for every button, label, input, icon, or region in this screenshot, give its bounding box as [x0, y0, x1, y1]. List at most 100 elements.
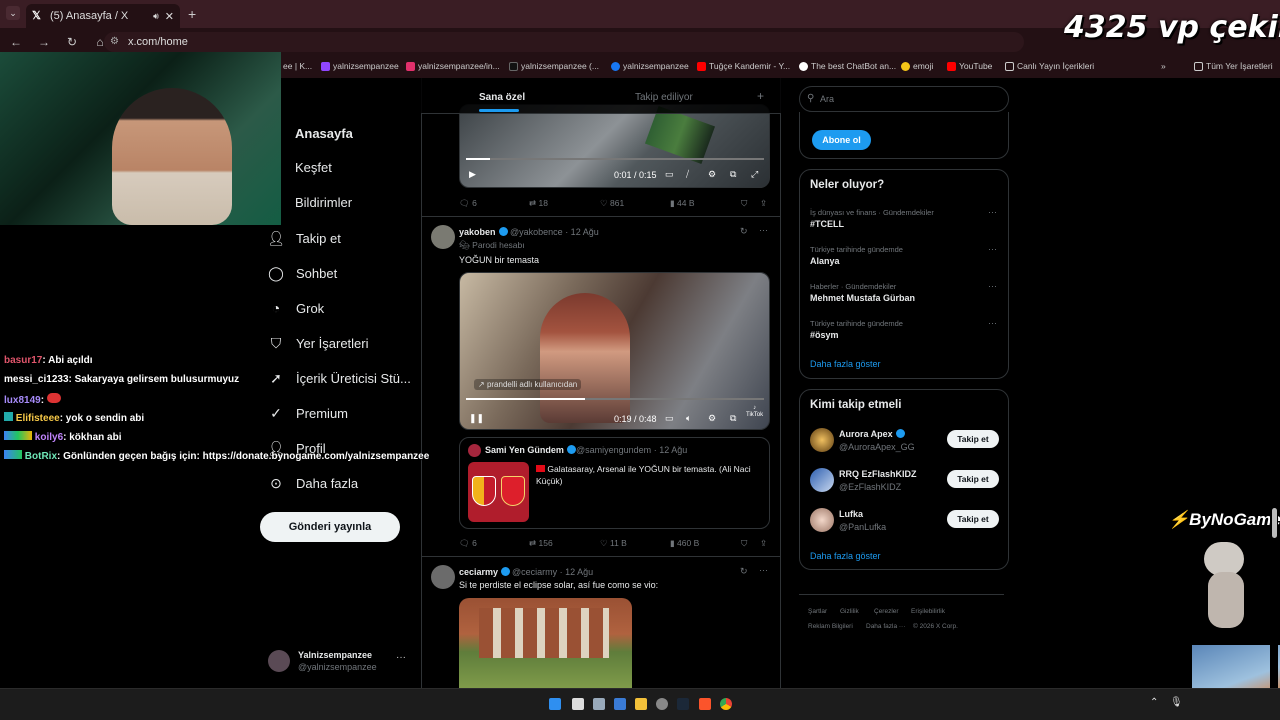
post-video[interactable]: ▶ 0:01 / 0:15 ▭ ⧸ ⚙ ⧉ ⤢: [459, 104, 770, 188]
all-bookmarks-folder[interactable]: Tüm Yer İşaretleri: [1194, 61, 1273, 71]
forward-icon[interactable]: →: [36, 35, 52, 49]
post-video[interactable]: ↗ prandelli adlı kullanıcıdan ❚❚ 0:19 / …: [459, 272, 770, 430]
play-icon[interactable]: ▶: [469, 169, 476, 180]
pip-icon[interactable]: ⧉: [730, 413, 736, 424]
follow-name[interactable]: Lufka: [839, 509, 863, 519]
avatar[interactable]: [810, 468, 834, 492]
repost-button[interactable]: ⇄ 18: [529, 198, 548, 209]
bookmark-item[interactable]: yalnizsempanzee: [321, 61, 399, 71]
subscribe-button[interactable]: Abone ol: [812, 130, 871, 150]
bookmark-item[interactable]: Tuğçe Kandemir - Y...: [697, 61, 790, 71]
captions-icon[interactable]: ▭: [665, 169, 674, 180]
footer-link[interactable]: Daha fazla ···: [866, 623, 905, 630]
bookmark-item[interactable]: yalnizsempanzee (...: [509, 61, 599, 71]
more-icon[interactable]: ···: [988, 318, 997, 328]
settings-icon[interactable]: ⚙: [708, 169, 716, 180]
footer-link[interactable]: Gizlilik: [840, 608, 859, 615]
tab-list-chevron-icon[interactable]: ⌄: [6, 6, 20, 20]
search-icon[interactable]: [572, 698, 584, 710]
bookmark-item[interactable]: YouTube: [947, 61, 992, 71]
task-view-icon[interactable]: [593, 698, 605, 710]
bookmark-item[interactable]: yalnizsempanzee/in...: [406, 61, 500, 71]
site-info-icon[interactable]: ⚙: [110, 32, 119, 52]
trends-show-more[interactable]: Daha fazla göster: [810, 359, 881, 369]
add-tab-icon[interactable]: +: [757, 89, 764, 103]
video-progress-track[interactable]: [466, 398, 764, 400]
tab-for-you[interactable]: Sana özel: [479, 92, 525, 103]
bookmark-icon[interactable]: ⛉: [741, 198, 747, 209]
chrome-icon[interactable]: [720, 698, 732, 710]
widgets-icon[interactable]: [614, 698, 626, 710]
quoted-post[interactable]: Sami Yen Gündem @samiyengundem · 12 Ağu …: [459, 437, 770, 529]
fullscreen-icon[interactable]: ⤢: [751, 169, 758, 180]
settings-icon[interactable]: ⚙: [708, 413, 716, 424]
back-icon[interactable]: ←: [8, 35, 24, 49]
nav-home[interactable]: Anasayfa: [268, 125, 353, 141]
bookmark-item[interactable]: emoji: [901, 61, 933, 71]
pause-icon[interactable]: ❚❚: [469, 413, 484, 424]
who-show-more[interactable]: Daha fazla göster: [810, 551, 881, 561]
follow-name[interactable]: Aurora Apex: [839, 429, 905, 439]
nav-notifications[interactable]: Bildirimler: [295, 195, 352, 210]
post-author[interactable]: yakoben: [459, 227, 508, 237]
more-icon[interactable]: ···: [988, 244, 997, 254]
speaker-icon[interactable]: 🔊︎: [153, 11, 159, 22]
tab-close-icon[interactable]: ✕: [165, 10, 174, 23]
reload-icon[interactable]: ↻: [64, 35, 80, 49]
steam-icon[interactable]: [677, 698, 689, 710]
share-icon[interactable]: ⇪: [760, 198, 767, 209]
trend-name[interactable]: #TCELL: [810, 219, 844, 229]
nav-follow[interactable]: 👤︎ Takip et: [267, 230, 341, 246]
bookmarks-overflow-icon[interactable]: »: [1161, 61, 1166, 71]
account-switcher[interactable]: Yalnizsempanzee @yalnizsempanzee ···: [268, 648, 418, 676]
microphone-icon[interactable]: 🎙︎: [1170, 697, 1183, 708]
trend-name[interactable]: Mehmet Mustafa Gürban: [810, 293, 915, 303]
follow-button[interactable]: Takip et: [947, 470, 999, 488]
address-bar[interactable]: ⚙ x.com/home: [104, 32, 1024, 52]
avatar[interactable]: [810, 428, 834, 452]
share-icon[interactable]: ⇪: [760, 538, 767, 549]
follow-button[interactable]: Takip et: [947, 430, 999, 448]
views-button[interactable]: ▮ 44 B: [670, 198, 695, 209]
captions-icon[interactable]: ▭: [665, 413, 674, 424]
grok-icon[interactable]: ↻: [740, 566, 748, 577]
tab-following[interactable]: Takip ediliyor: [635, 92, 693, 103]
pip-icon[interactable]: ⧉: [730, 169, 736, 180]
reply-button[interactable]: 🗨︎ 6: [459, 198, 477, 209]
browser-tab[interactable]: 𝕏 (5) Anasayfa / X 🔊︎ ✕: [26, 4, 180, 28]
grok-icon[interactable]: ↻: [740, 226, 748, 237]
bookmark-folder[interactable]: Canlı Yayın İçerikleri: [1005, 61, 1094, 71]
footer-link[interactable]: Erişilebilirlik: [911, 608, 945, 615]
nav-premium[interactable]: ✓ Premium: [268, 405, 348, 421]
bookmark-item[interactable]: yalnizsempanzee: [611, 61, 689, 71]
video-progress-track[interactable]: [466, 158, 764, 160]
nav-chat[interactable]: ◯ Sohbet: [268, 265, 337, 281]
scrollbar-thumb[interactable]: [1272, 508, 1277, 538]
footer-link[interactable]: Reklam Bilgileri: [808, 623, 853, 630]
brave-icon[interactable]: [699, 698, 711, 710]
obs-icon[interactable]: [656, 698, 668, 710]
nav-more[interactable]: ⊙ Daha fazla: [268, 475, 358, 491]
reply-button[interactable]: 🗨︎ 6: [459, 538, 477, 549]
post-image[interactable]: [459, 598, 632, 688]
more-icon[interactable]: ···: [988, 281, 997, 291]
volume-icon[interactable]: 🔈︎: [686, 413, 691, 424]
nav-creator-studio[interactable]: ➚ İçerik Üreticisi Stü...: [268, 370, 411, 386]
footer-link[interactable]: Çerezler: [874, 608, 899, 615]
nav-explore[interactable]: Keşfet: [295, 160, 332, 175]
post-more-icon[interactable]: ···: [759, 225, 768, 235]
nav-bookmarks[interactable]: ⛉ Yer İşaretleri: [268, 335, 369, 351]
like-button[interactable]: ♡ 11 B: [600, 538, 627, 549]
file-explorer-icon[interactable]: [635, 698, 647, 710]
post-author[interactable]: ceciarmy: [459, 567, 511, 577]
follow-button[interactable]: Takip et: [947, 510, 999, 528]
tray-chevron-icon[interactable]: ⌃: [1150, 697, 1158, 708]
start-icon[interactable]: [549, 698, 561, 710]
post-button[interactable]: Gönderi yayınla: [260, 512, 400, 542]
search-input[interactable]: ⚲ Ara: [799, 86, 1009, 112]
more-icon[interactable]: ···: [988, 207, 997, 217]
repost-button[interactable]: ⇄ 156: [529, 538, 553, 549]
bookmark-item[interactable]: ee | K...: [283, 61, 312, 71]
footer-link[interactable]: Şartlar: [808, 608, 827, 615]
avatar[interactable]: [810, 508, 834, 532]
